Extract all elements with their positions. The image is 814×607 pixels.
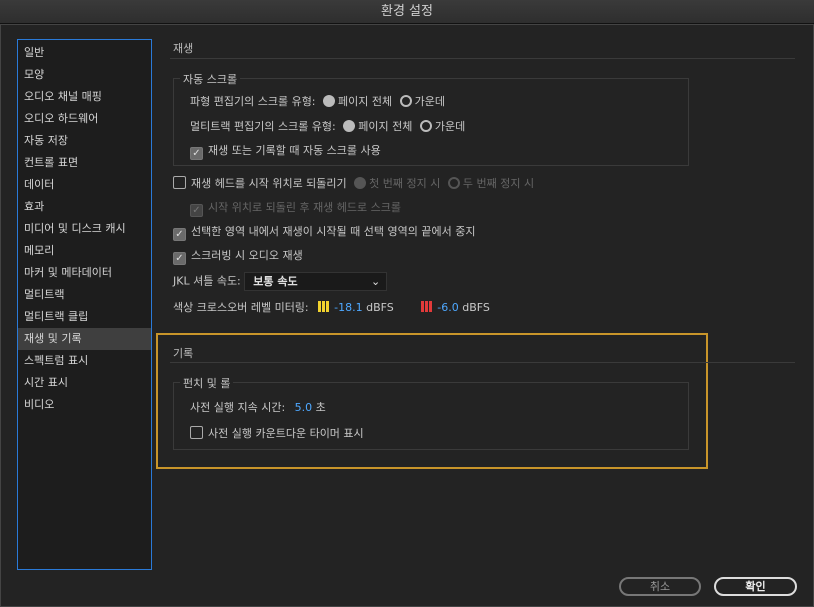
ok-button[interactable]: 확인 [714,577,797,596]
section-header-recording: 기록 [173,345,193,361]
waveform-center-radio[interactable] [400,95,412,107]
waveform-page-label: 페이지 전체 [338,95,392,108]
scroll-after-return-checkbox[interactable]: ✓ [190,204,203,217]
jkl-speed-label: JKL 셔틀 속도: [173,275,241,288]
sidebar-item[interactable]: 멀티트랙 클립 [18,306,151,328]
punch-roll-title: 펀치 및 롤 [180,375,233,391]
multitrack-scroll-label: 멀티트랙 편집기의 스크롤 유형: [190,120,336,133]
auto-scroll-title: 자동 스크롤 [180,71,240,87]
preroll-unit: 초 [316,401,326,414]
sidebar-item[interactable]: 비디오 [18,394,151,416]
sidebar-item[interactable]: 컨트롤 표면 [18,152,151,174]
countdown-timer-label: 사전 실행 카운트다운 타이머 표시 [208,427,364,440]
waveform-page-radio[interactable] [323,95,335,107]
yellow-level-value[interactable]: -18.1 [334,301,362,314]
window-title: 환경 설정 [0,0,814,24]
multitrack-page-radio[interactable] [343,120,355,132]
waveform-center-label: 가운데 [415,95,445,108]
sidebar-item[interactable]: 모양 [18,64,151,86]
sidebar-item[interactable]: 재생 및 기록 [18,328,151,350]
multitrack-center-radio[interactable] [420,120,432,132]
sidebar-item[interactable]: 메모리 [18,240,151,262]
scrub-audio-label: 스크러빙 시 오디오 재생 [191,249,303,262]
yellow-level-unit: dBFS [366,301,394,314]
preroll-duration-value[interactable]: 5.0 [295,401,313,414]
sidebar-item[interactable]: 일반 [18,42,151,64]
jkl-speed-select[interactable]: 보통 속도 ⌄ [244,272,387,291]
meter-crossover-label: 색상 크로스오버 레벨 미터링: [173,301,309,314]
sidebar-item[interactable]: 스펙트럼 표시 [18,350,151,372]
sidebar-item[interactable]: 오디오 하드웨어 [18,108,151,130]
red-level-unit: dBFS [462,301,490,314]
stop-at-selection-end-label: 선택한 영역 내에서 재생이 시작될 때 선택 영역의 끝에서 중지 [191,225,475,238]
sidebar: 일반모양오디오 채널 매핑오디오 하드웨어자동 저장컨트롤 표면데이터효과미디어… [17,39,152,570]
red-level-value[interactable]: -6.0 [437,301,458,314]
preroll-duration-label: 사전 실행 지속 시간: [190,401,285,414]
jkl-speed-value: 보통 속도 [253,275,297,288]
divider [170,362,795,363]
countdown-timer-checkbox[interactable] [190,426,203,439]
first-stop-label: 첫 번째 정지 시 [369,177,440,190]
second-stop-radio[interactable] [448,177,460,189]
multitrack-center-label: 가운데 [435,120,465,133]
sidebar-item[interactable]: 멀티트랙 [18,284,151,306]
auto-scroll-checkbox[interactable]: ✓ [190,147,203,160]
sidebar-item[interactable]: 데이터 [18,174,151,196]
chevron-down-icon: ⌄ [371,273,380,290]
sidebar-item[interactable]: 효과 [18,196,151,218]
section-header-playback: 재생 [173,40,193,56]
sidebar-item[interactable]: 시간 표시 [18,372,151,394]
return-playhead-checkbox[interactable] [173,176,186,189]
sidebar-item[interactable]: 오디오 채널 매핑 [18,86,151,108]
sidebar-item[interactable]: 마커 및 메타데이터 [18,262,151,284]
waveform-scroll-label: 파형 편집기의 스크롤 유형: [190,95,316,108]
return-playhead-label: 재생 헤드를 시작 위치로 되돌리기 [191,177,347,190]
cancel-button[interactable]: 취소 [619,577,701,596]
divider [170,58,795,59]
sidebar-item[interactable]: 자동 저장 [18,130,151,152]
stop-at-selection-end-checkbox[interactable]: ✓ [173,228,186,241]
second-stop-label: 두 번째 정지 시 [463,177,534,190]
auto-scroll-label: 재생 또는 기록할 때 자동 스크롤 사용 [208,144,381,157]
scrub-audio-checkbox[interactable]: ✓ [173,252,186,265]
scroll-after-return-label: 시작 위치로 되돌린 후 재생 헤드로 스크롤 [208,201,401,214]
red-meter-icon [421,301,433,312]
multitrack-page-label: 페이지 전체 [358,120,412,133]
sidebar-item[interactable]: 미디어 및 디스크 캐시 [18,218,151,240]
first-stop-radio[interactable] [354,177,366,189]
yellow-meter-icon [318,301,330,312]
